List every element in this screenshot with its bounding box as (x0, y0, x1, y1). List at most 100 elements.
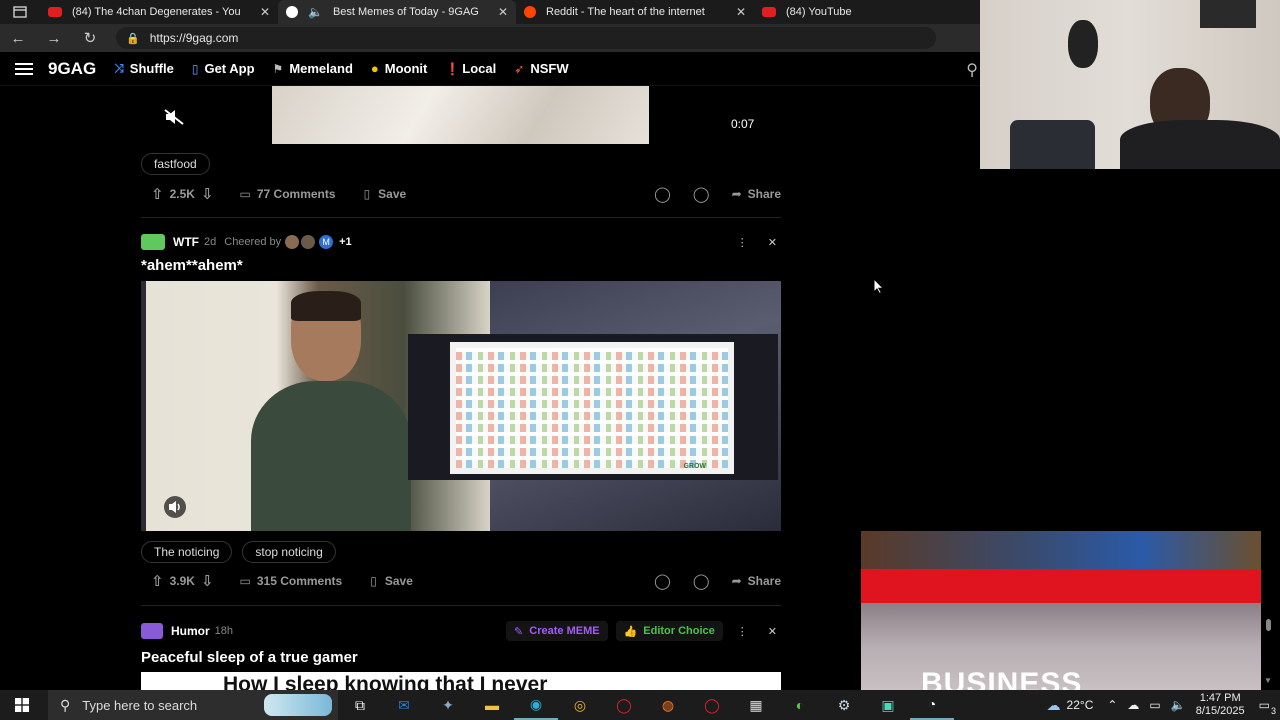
share-button[interactable]: ➦ Share (732, 574, 781, 588)
site-info-icon[interactable]: 🔒 (126, 32, 140, 45)
downvote-icon[interactable]: ⇩ (201, 572, 214, 590)
close-tab-icon[interactable]: ✕ (260, 5, 270, 19)
video-player[interactable]: 0:07 (141, 86, 781, 144)
post-title[interactable]: Peaceful sleep of a true gamer (141, 649, 358, 666)
volume-icon[interactable]: 🔈 (1171, 698, 1186, 712)
post-image[interactable]: How I sleep knowing that I never (141, 672, 781, 690)
upvote-icon[interactable]: ⇧ (151, 572, 164, 590)
reload-icon[interactable]: ↻ (72, 24, 108, 52)
humor-section-icon[interactable] (141, 623, 163, 639)
speaker-icon[interactable]: 🔈 (308, 5, 323, 19)
site-logo[interactable]: 9GAG (48, 59, 96, 79)
messenger-icon[interactable]: ◯ (693, 572, 710, 590)
more-options-icon[interactable]: ⋮ (737, 625, 748, 638)
close-tab-icon[interactable]: ✕ (498, 5, 508, 19)
wtf-section-icon[interactable] (141, 234, 165, 250)
url-field[interactable]: 🔒 https://9gag.com (116, 27, 936, 49)
tray-overflow-icon[interactable]: ⌃ (1107, 698, 1117, 712)
ad-banner[interactable]: BUSINESS (861, 531, 1261, 690)
section-name[interactable]: Humor (171, 624, 210, 638)
nav-get-app[interactable]: ▯ Get App (192, 61, 255, 76)
back-icon[interactable]: ← (0, 24, 36, 52)
outlook-icon[interactable]: ✉ (382, 690, 426, 720)
comments-button[interactable]: ▭ 77 Comments (240, 187, 336, 201)
avatar[interactable] (301, 235, 316, 249)
ad-headline: BUSINESS (921, 667, 1083, 690)
tag-pill[interactable]: stop noticing (242, 541, 336, 563)
youtube-favicon-icon (48, 7, 62, 17)
share-button[interactable]: ➦ Share (732, 187, 781, 201)
onedrive-icon[interactable]: ☁ (1127, 698, 1139, 712)
search-icon[interactable]: ⚲ (966, 60, 978, 80)
utorrent-icon[interactable]: ◐ (778, 690, 822, 720)
edge-icon[interactable]: ◉ (514, 690, 558, 720)
taskbar-search-field[interactable]: ⚲ Type here to search (48, 690, 338, 720)
nav-nsfw[interactable]: ➶ NSFW (514, 61, 568, 76)
scrollbar-thumb[interactable] (1266, 619, 1271, 631)
downvote-icon[interactable]: ⇩ (201, 185, 214, 203)
avatar[interactable]: M (319, 235, 334, 249)
editor-choice-button[interactable]: 👍 Editor Choice (615, 621, 723, 641)
weather-temp[interactable]: 22°C (1067, 698, 1094, 712)
firefox-icon[interactable]: ◍ (646, 690, 690, 720)
save-button[interactable]: ▯ Save (364, 187, 407, 201)
grow-label: GROW (683, 463, 706, 470)
opera-gx-icon[interactable]: ◯ (690, 690, 734, 720)
section-name[interactable]: WTF (173, 235, 199, 249)
close-tab-icon[interactable]: ✕ (736, 5, 746, 19)
nav-shuffle[interactable]: ⤨ Shuffle (114, 61, 174, 76)
muted-icon[interactable] (163, 108, 185, 126)
tab-reddit[interactable]: Reddit - The heart of the internet ✕ (516, 0, 754, 24)
nav-moonit[interactable]: ● Moonit (371, 61, 427, 76)
save-label: Save (384, 574, 413, 588)
video-player[interactable]: GROW (141, 281, 781, 531)
whatsapp-icon[interactable]: ◯ (654, 185, 671, 203)
close-post-icon[interactable]: ✕ (768, 236, 777, 249)
comments-button[interactable]: ▭ 315 Comments (240, 574, 343, 588)
tab-youtube-video[interactable]: (84) The 4chan Degenerates - You ✕ (40, 0, 278, 24)
menu-icon[interactable] (0, 67, 48, 70)
post-age: 18h (214, 625, 234, 637)
unmute-icon[interactable] (164, 496, 186, 518)
notifications-icon[interactable]: ▭ 3 (1259, 698, 1276, 716)
tab-youtube[interactable]: (84) YouTube (754, 0, 954, 24)
scrollbar[interactable]: ▼ (1262, 86, 1274, 690)
date: 8/15/2025 (1195, 705, 1245, 717)
forward-icon[interactable]: → (36, 24, 72, 52)
nav-memeland[interactable]: ⚑ Memeland (273, 61, 353, 76)
weather-icon[interactable]: ☁ (1047, 697, 1061, 714)
upvote-icon[interactable]: ⇧ (151, 185, 164, 203)
windows-start-icon[interactable] (0, 690, 44, 720)
tab-title: Best Memes of Today - 9GAG (332, 6, 479, 18)
copilot-icon[interactable]: ✦ (426, 690, 470, 720)
create-meme-button[interactable]: ✎ Create MEME (506, 621, 608, 641)
close-post-icon[interactable]: ✕ (768, 625, 777, 638)
task-view-icon[interactable]: ⧉ (338, 690, 382, 720)
messenger-icon[interactable]: ◯ (693, 185, 710, 203)
tab-actions-icon[interactable] (0, 0, 40, 24)
obs-icon[interactable]: ◔ (910, 690, 954, 720)
store-icon[interactable]: ▦ (734, 690, 778, 720)
share-group: ◯ ◯ ➦ Share (654, 185, 781, 203)
game-app-icon[interactable]: ▣ (866, 690, 910, 720)
time: 1:47 PM (1199, 692, 1241, 704)
nav-local[interactable]: ❗ Local (445, 61, 496, 76)
cheer-extra-count: +1 (339, 236, 352, 248)
tag-pill[interactable]: The noticing (141, 541, 233, 563)
scroll-down-icon[interactable]: ▼ (1264, 676, 1272, 685)
post-title[interactable]: *ahem**ahem* (141, 257, 243, 274)
more-options-icon[interactable]: ⋮ (737, 236, 748, 249)
whatsapp-icon[interactable]: ◯ (654, 572, 671, 590)
steam-icon[interactable]: ⚙ (822, 690, 866, 720)
tab-9gag[interactable]: 🔈 Best Memes of Today - 9GAG ✕ (278, 0, 516, 24)
tag-pill[interactable]: fastfood (141, 153, 210, 175)
opera-icon[interactable]: ◯ (602, 690, 646, 720)
network-icon[interactable]: ▭ (1149, 698, 1160, 712)
chrome-icon[interactable]: ◎ (558, 690, 602, 720)
shuffle-icon: ⤨ (114, 61, 124, 75)
avatar[interactable] (285, 235, 300, 249)
file-explorer-icon[interactable]: ▬ (470, 690, 514, 720)
cheered-by-label: Cheered by (224, 236, 282, 248)
save-button[interactable]: ▯ Save (370, 574, 413, 588)
clock[interactable]: 1:47 PM 8/15/2025 (1196, 692, 1245, 718)
